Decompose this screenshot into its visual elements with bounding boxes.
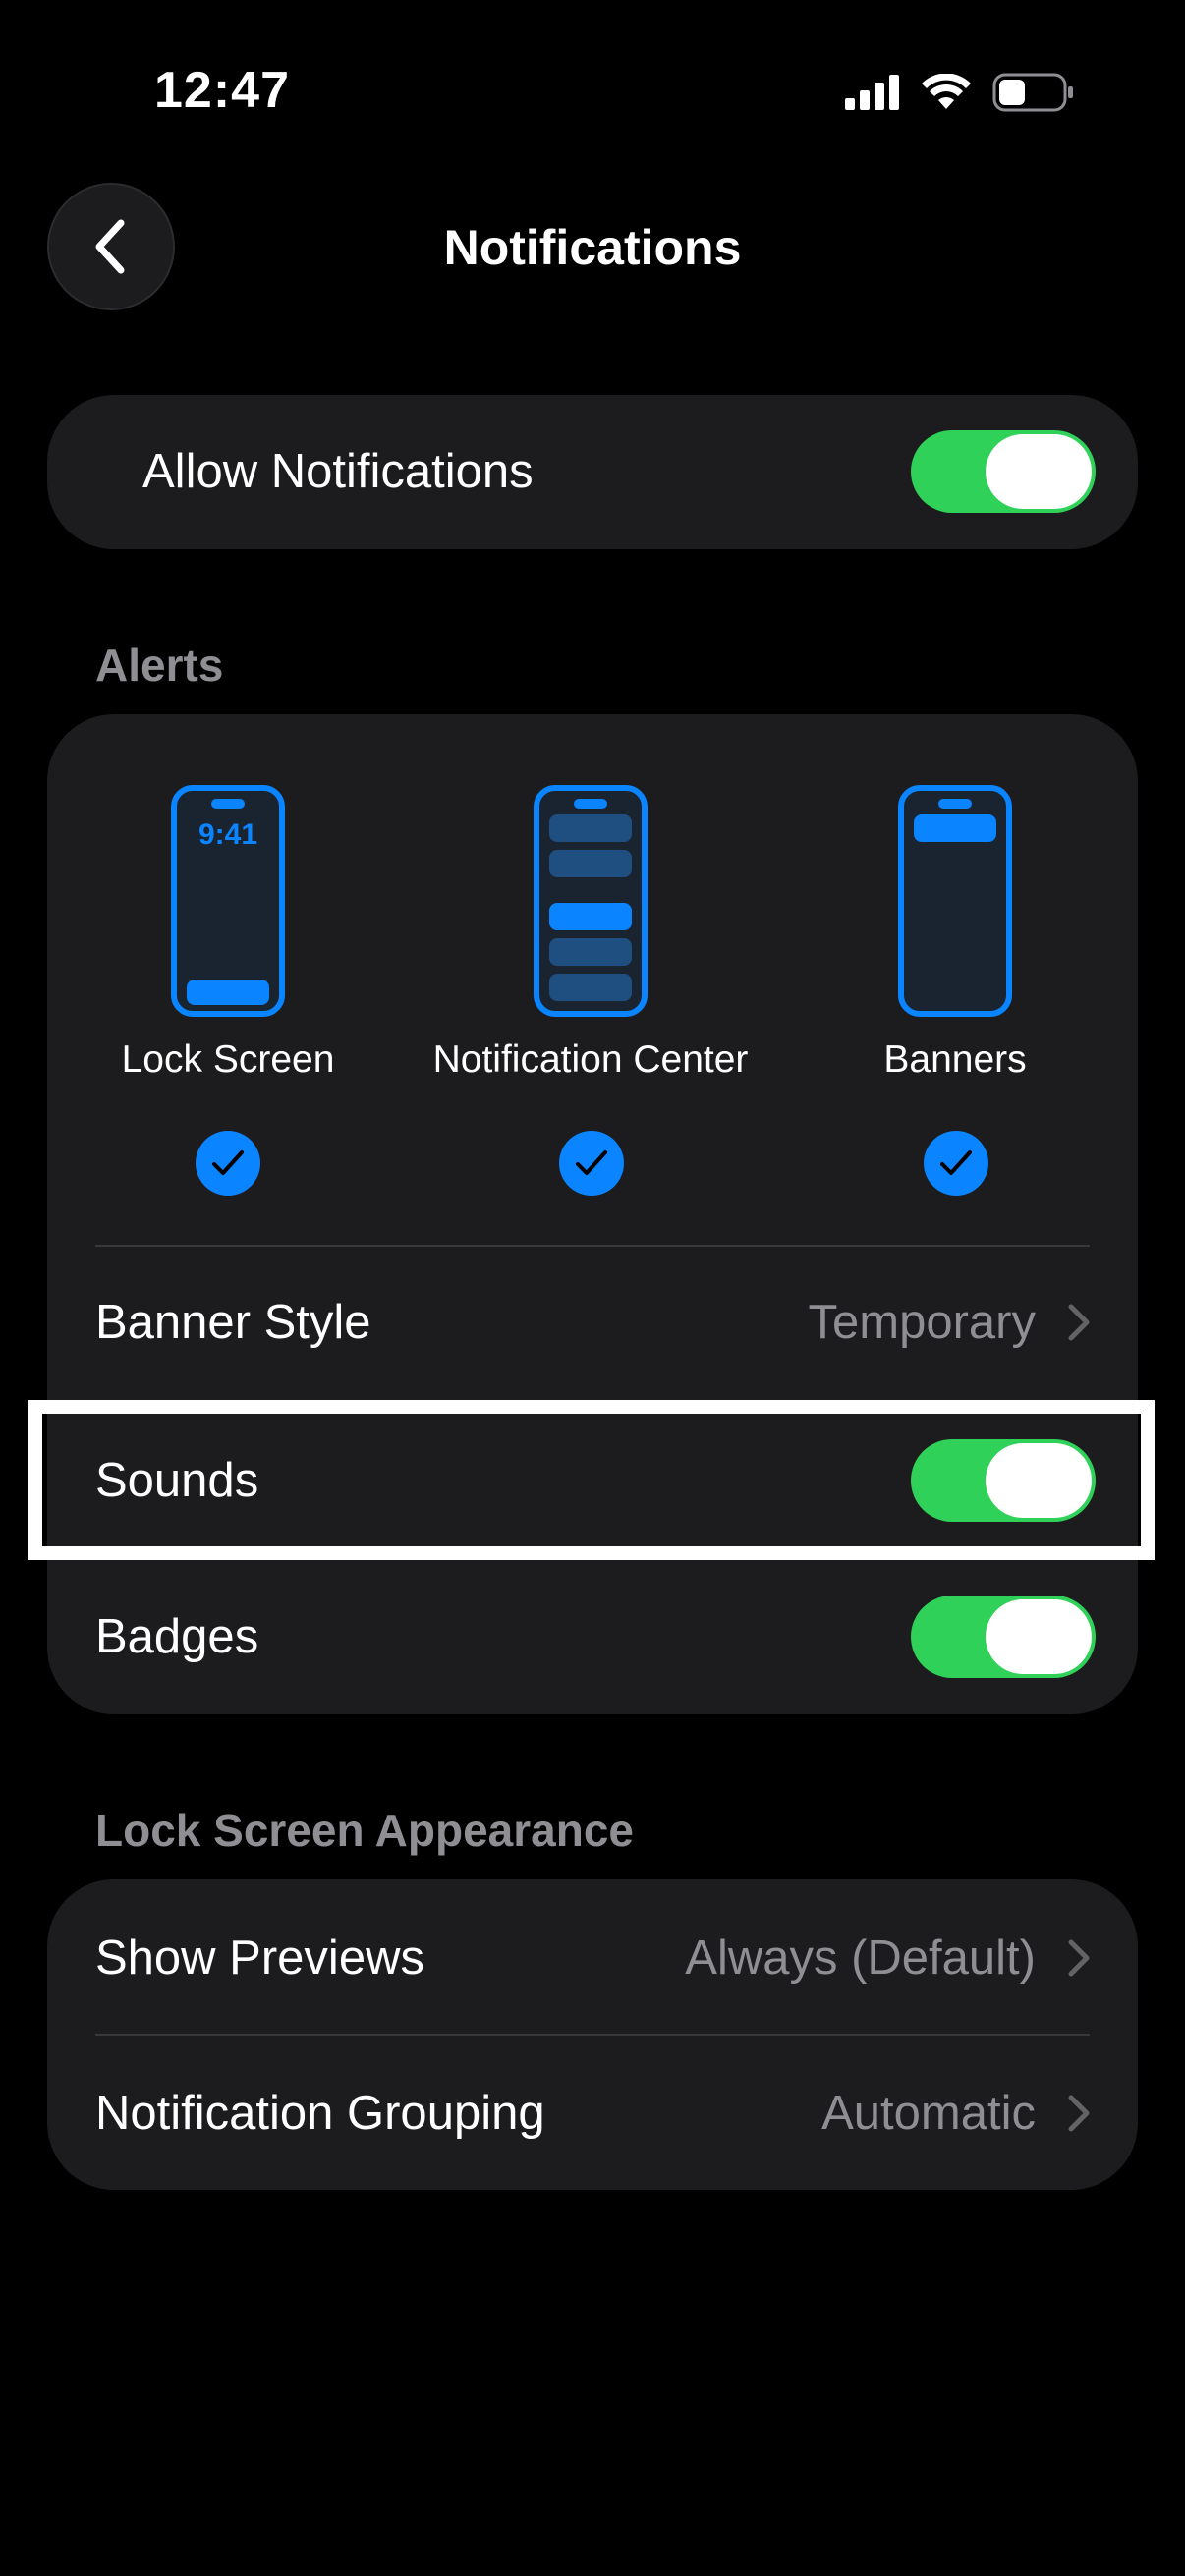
show-previews-row[interactable]: Show Previews Always (Default): [47, 1879, 1138, 2034]
show-previews-label: Show Previews: [95, 1932, 424, 1985]
chevron-right-icon: [1068, 2095, 1090, 2132]
notification-center-checkbox[interactable]: [559, 1131, 624, 1196]
allow-notifications-label: Allow Notifications: [142, 445, 534, 498]
checkmark-icon: [940, 1150, 972, 1175]
page-title: Notifications: [443, 220, 742, 275]
chevron-right-icon: [1068, 1939, 1090, 1977]
banner-style-label: Banner Style: [95, 1296, 371, 1349]
chevron-right-icon: [1068, 1304, 1090, 1341]
toggle-knob: [986, 434, 1092, 509]
allow-notifications-toggle[interactable]: [911, 430, 1096, 513]
sounds-toggle[interactable]: [911, 1439, 1096, 1522]
status-time: 12:47: [154, 62, 290, 119]
show-previews-value: Always (Default): [685, 1932, 1036, 1985]
lock-screen-preview-icon[interactable]: 9:41: [171, 785, 285, 1017]
alerts-header: Alerts: [95, 640, 224, 691]
notification-grouping-row[interactable]: Notification Grouping Automatic: [47, 2036, 1138, 2190]
notification-grouping-value: Automatic: [821, 2087, 1036, 2140]
notification-grouping-label: Notification Grouping: [95, 2087, 545, 2140]
wifi-icon: [922, 74, 971, 109]
badges-label: Badges: [95, 1610, 259, 1663]
alerts-card: 9:41 Lock Screen Notification Center Ban…: [47, 714, 1138, 1714]
sounds-label: Sounds: [95, 1454, 259, 1507]
lock-screen-checkbox[interactable]: [196, 1131, 260, 1196]
cellular-signal-icon: [845, 75, 899, 110]
banners-preview-icon[interactable]: [898, 785, 1012, 1017]
notification-center-preview-icon[interactable]: [534, 785, 648, 1017]
banner-style-value: Temporary: [808, 1296, 1036, 1349]
lock-screen-appearance-card: Show Previews Always (Default) Notificat…: [47, 1879, 1138, 2190]
banners-checkbox[interactable]: [924, 1131, 988, 1196]
alert-style-label-lock-screen: Lock Screen: [121, 1038, 335, 1081]
alert-style-label-notification-center: Notification Center: [432, 1038, 749, 1081]
checkmark-icon: [212, 1150, 244, 1175]
battery-icon: [992, 73, 1073, 112]
checkmark-icon: [576, 1150, 607, 1175]
toggle-knob: [986, 1599, 1092, 1674]
banner-style-row[interactable]: Banner Style Temporary: [47, 1246, 1138, 1400]
allow-notifications-card: Allow Notifications: [47, 395, 1138, 549]
badges-toggle[interactable]: [911, 1596, 1096, 1678]
badges-row: Badges: [47, 1560, 1138, 1712]
status-icons: [845, 73, 1075, 112]
lock-screen-preview-time: 9:41: [198, 818, 258, 851]
alert-style-label-banners: Banners: [883, 1038, 1027, 1081]
lock-screen-appearance-header: Lock Screen Appearance: [95, 1805, 634, 1856]
toggle-knob: [986, 1443, 1092, 1518]
sounds-row: Sounds: [47, 1404, 1138, 1556]
